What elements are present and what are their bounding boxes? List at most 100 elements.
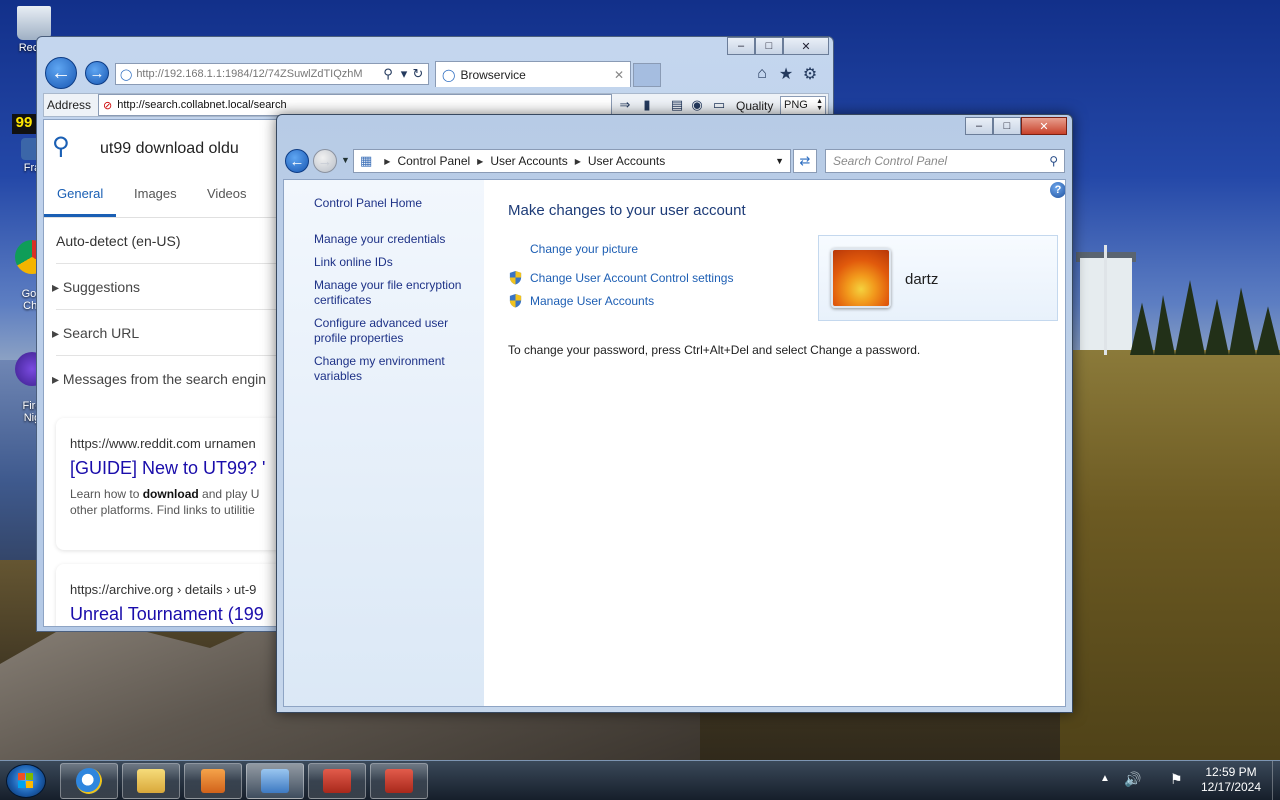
breadcrumb-item[interactable]: Control Panel (397, 154, 470, 168)
tab-close-icon[interactable]: ✕ (614, 68, 624, 82)
start-button[interactable] (6, 764, 46, 798)
breadcrumb-item[interactable]: User Accounts (588, 154, 665, 168)
search-icon[interactable]: ⚲ (52, 132, 70, 161)
snippet-bold: download (142, 487, 199, 501)
tab-title: Browservice (460, 67, 526, 82)
result-url: https://archive.org › details › ut-9 (70, 582, 257, 597)
section-label: Messages from the search engin (62, 371, 267, 387)
search-placeholder: Search Control Panel (833, 154, 948, 168)
section-suggestions[interactable]: ▸ Suggestions (52, 279, 140, 296)
spinner-icon: ▲ ▼ (816, 98, 823, 112)
action-center-flag-icon[interactable]: ⚑ (1170, 771, 1183, 788)
refresh-icon[interactable]: ⇄ (793, 149, 817, 173)
show-desktop-button[interactable] (1272, 761, 1280, 800)
go-icon[interactable]: ⇒ (616, 96, 634, 114)
close-button[interactable]: ✕ (1021, 117, 1067, 135)
sidebar-item-home[interactable]: Control Panel Home (314, 196, 479, 211)
help-icon[interactable]: ? (1050, 182, 1065, 198)
search-input[interactable]: Search Control Panel ⚲ (825, 149, 1065, 173)
forward-icon[interactable]: → (313, 149, 337, 173)
tab-browservice[interactable]: ◯ Browservice ✕ (435, 61, 631, 87)
result-card: https://www.reddit.com urnamen [GUIDE] N… (56, 418, 296, 550)
user-name: dartz (905, 271, 939, 288)
close-button[interactable]: ✕ (783, 37, 829, 55)
manage-accounts-link[interactable]: Manage User Accounts (530, 294, 654, 308)
page-title: Make changes to your user account (508, 202, 746, 219)
region-select[interactable]: Auto-detect (en-US) (56, 233, 181, 249)
chevron-right-icon: ▶ (574, 156, 581, 166)
sidebar: Control Panel Home Manage your credentia… (284, 180, 484, 706)
tab-videos[interactable]: Videos (207, 186, 247, 201)
favorites-icon[interactable]: ★ (777, 65, 795, 83)
tab-images[interactable]: Images (134, 186, 177, 201)
media-player-icon (201, 769, 225, 793)
control-panel-icon: ▦ (360, 153, 373, 168)
recent-pages-icon[interactable]: ▼ (341, 155, 350, 165)
breadcrumb-item[interactable]: User Accounts (490, 154, 567, 168)
search-icon[interactable]: ⚲ (1049, 154, 1058, 168)
avatar[interactable] (831, 248, 891, 308)
sidebar-item-environment[interactable]: Change my environment variables (314, 354, 479, 384)
volume-icon[interactable]: 🔊 (1124, 771, 1141, 788)
clipboard-icon[interactable]: ▭ (710, 96, 728, 114)
manage-accounts-row[interactable]: Manage User Accounts (508, 293, 654, 308)
back-icon[interactable]: ← (45, 57, 77, 89)
quality-value: PNG (784, 99, 808, 111)
url-text: http://192.168.1.1:1984/12/74ZSuwlZdTIQz… (136, 68, 363, 80)
quality-select[interactable]: PNG ▲ ▼ (780, 96, 826, 115)
result-snippet: Learn how to download and play U other p… (70, 486, 259, 518)
password-note: To change your password, press Ctrl+Alt+… (508, 343, 921, 357)
maximize-button[interactable]: □ (755, 37, 783, 55)
desktop-badge: 99 (12, 114, 36, 134)
chevron-right-icon: ▶ (384, 156, 391, 166)
blocked-icon: ⊘ (103, 99, 113, 112)
address-field[interactable]: ⊘ http://search.collabnet.local/search (98, 94, 612, 116)
bookmark-icon[interactable]: ▮ (638, 96, 656, 114)
show-hidden-icons-icon[interactable]: ▲ (1100, 773, 1110, 784)
desktop-trees (1130, 280, 1280, 355)
forward-icon[interactable]: → (85, 61, 109, 85)
divider (56, 263, 296, 264)
control-panel-window: – □ ✕ ← → ▼ ▦ ▶ Control Panel ▶ User Acc… (276, 114, 1073, 713)
refresh-icon[interactable]: ↻ (409, 65, 427, 83)
tab-general[interactable]: General (57, 186, 103, 201)
find-icon[interactable]: ◉ (688, 96, 706, 114)
new-tab-button[interactable] (633, 63, 661, 87)
taskbar-toolbox-2[interactable] (370, 763, 428, 799)
page-icon[interactable]: ▤ (668, 96, 686, 114)
gear-icon[interactable]: ⚙ (801, 65, 819, 83)
ie-icon (76, 768, 102, 794)
change-picture-link[interactable]: Change your picture (530, 242, 638, 256)
minimize-button[interactable]: – (727, 37, 755, 55)
section-search-url[interactable]: ▸ Search URL (52, 325, 139, 342)
clock[interactable]: 12:59 PM 12/17/2024 (1188, 765, 1274, 795)
taskbar-explorer[interactable] (122, 763, 180, 799)
section-messages[interactable]: ▸ Messages from the search engin (52, 371, 266, 388)
result-title[interactable]: Unreal Tournament (199 (70, 604, 264, 625)
chevron-down-icon[interactable]: ▼ (775, 156, 784, 166)
chevron-right-icon: ▶ (477, 156, 484, 166)
uac-settings-link[interactable]: Change User Account Control settings (530, 271, 733, 285)
sidebar-item-online-ids[interactable]: Link online IDs (314, 255, 479, 270)
sidebar-item-encryption[interactable]: Manage your file encryption certificates (314, 278, 479, 308)
result-title[interactable]: [GUIDE] New to UT99? ' (70, 458, 266, 479)
uac-settings-row[interactable]: Change User Account Control settings (508, 270, 733, 285)
taskbar-toolbox-1[interactable] (308, 763, 366, 799)
back-icon[interactable]: ← (285, 149, 309, 173)
divider (56, 355, 296, 356)
snippet-line: other platforms. Find links to utilitie (70, 503, 255, 517)
taskbar-media-player[interactable] (184, 763, 242, 799)
user-tile: dartz (818, 235, 1058, 321)
sidebar-item-profile[interactable]: Configure advanced user profile properti… (314, 316, 479, 346)
taskbar-ie[interactable] (60, 763, 118, 799)
control-panel-icon (261, 769, 289, 793)
toolbox-icon (385, 769, 413, 793)
shield-icon (509, 270, 522, 285)
maximize-button[interactable]: □ (993, 117, 1021, 135)
taskbar-control-panel[interactable] (246, 763, 304, 799)
minimize-button[interactable]: – (965, 117, 993, 135)
sidebar-item-credentials[interactable]: Manage your credentials (314, 232, 479, 247)
breadcrumb[interactable]: ▦ ▶ Control Panel ▶ User Accounts ▶ User… (353, 149, 791, 173)
ie-page-icon: ◯ (120, 68, 133, 81)
home-icon[interactable]: ⌂ (753, 65, 771, 83)
